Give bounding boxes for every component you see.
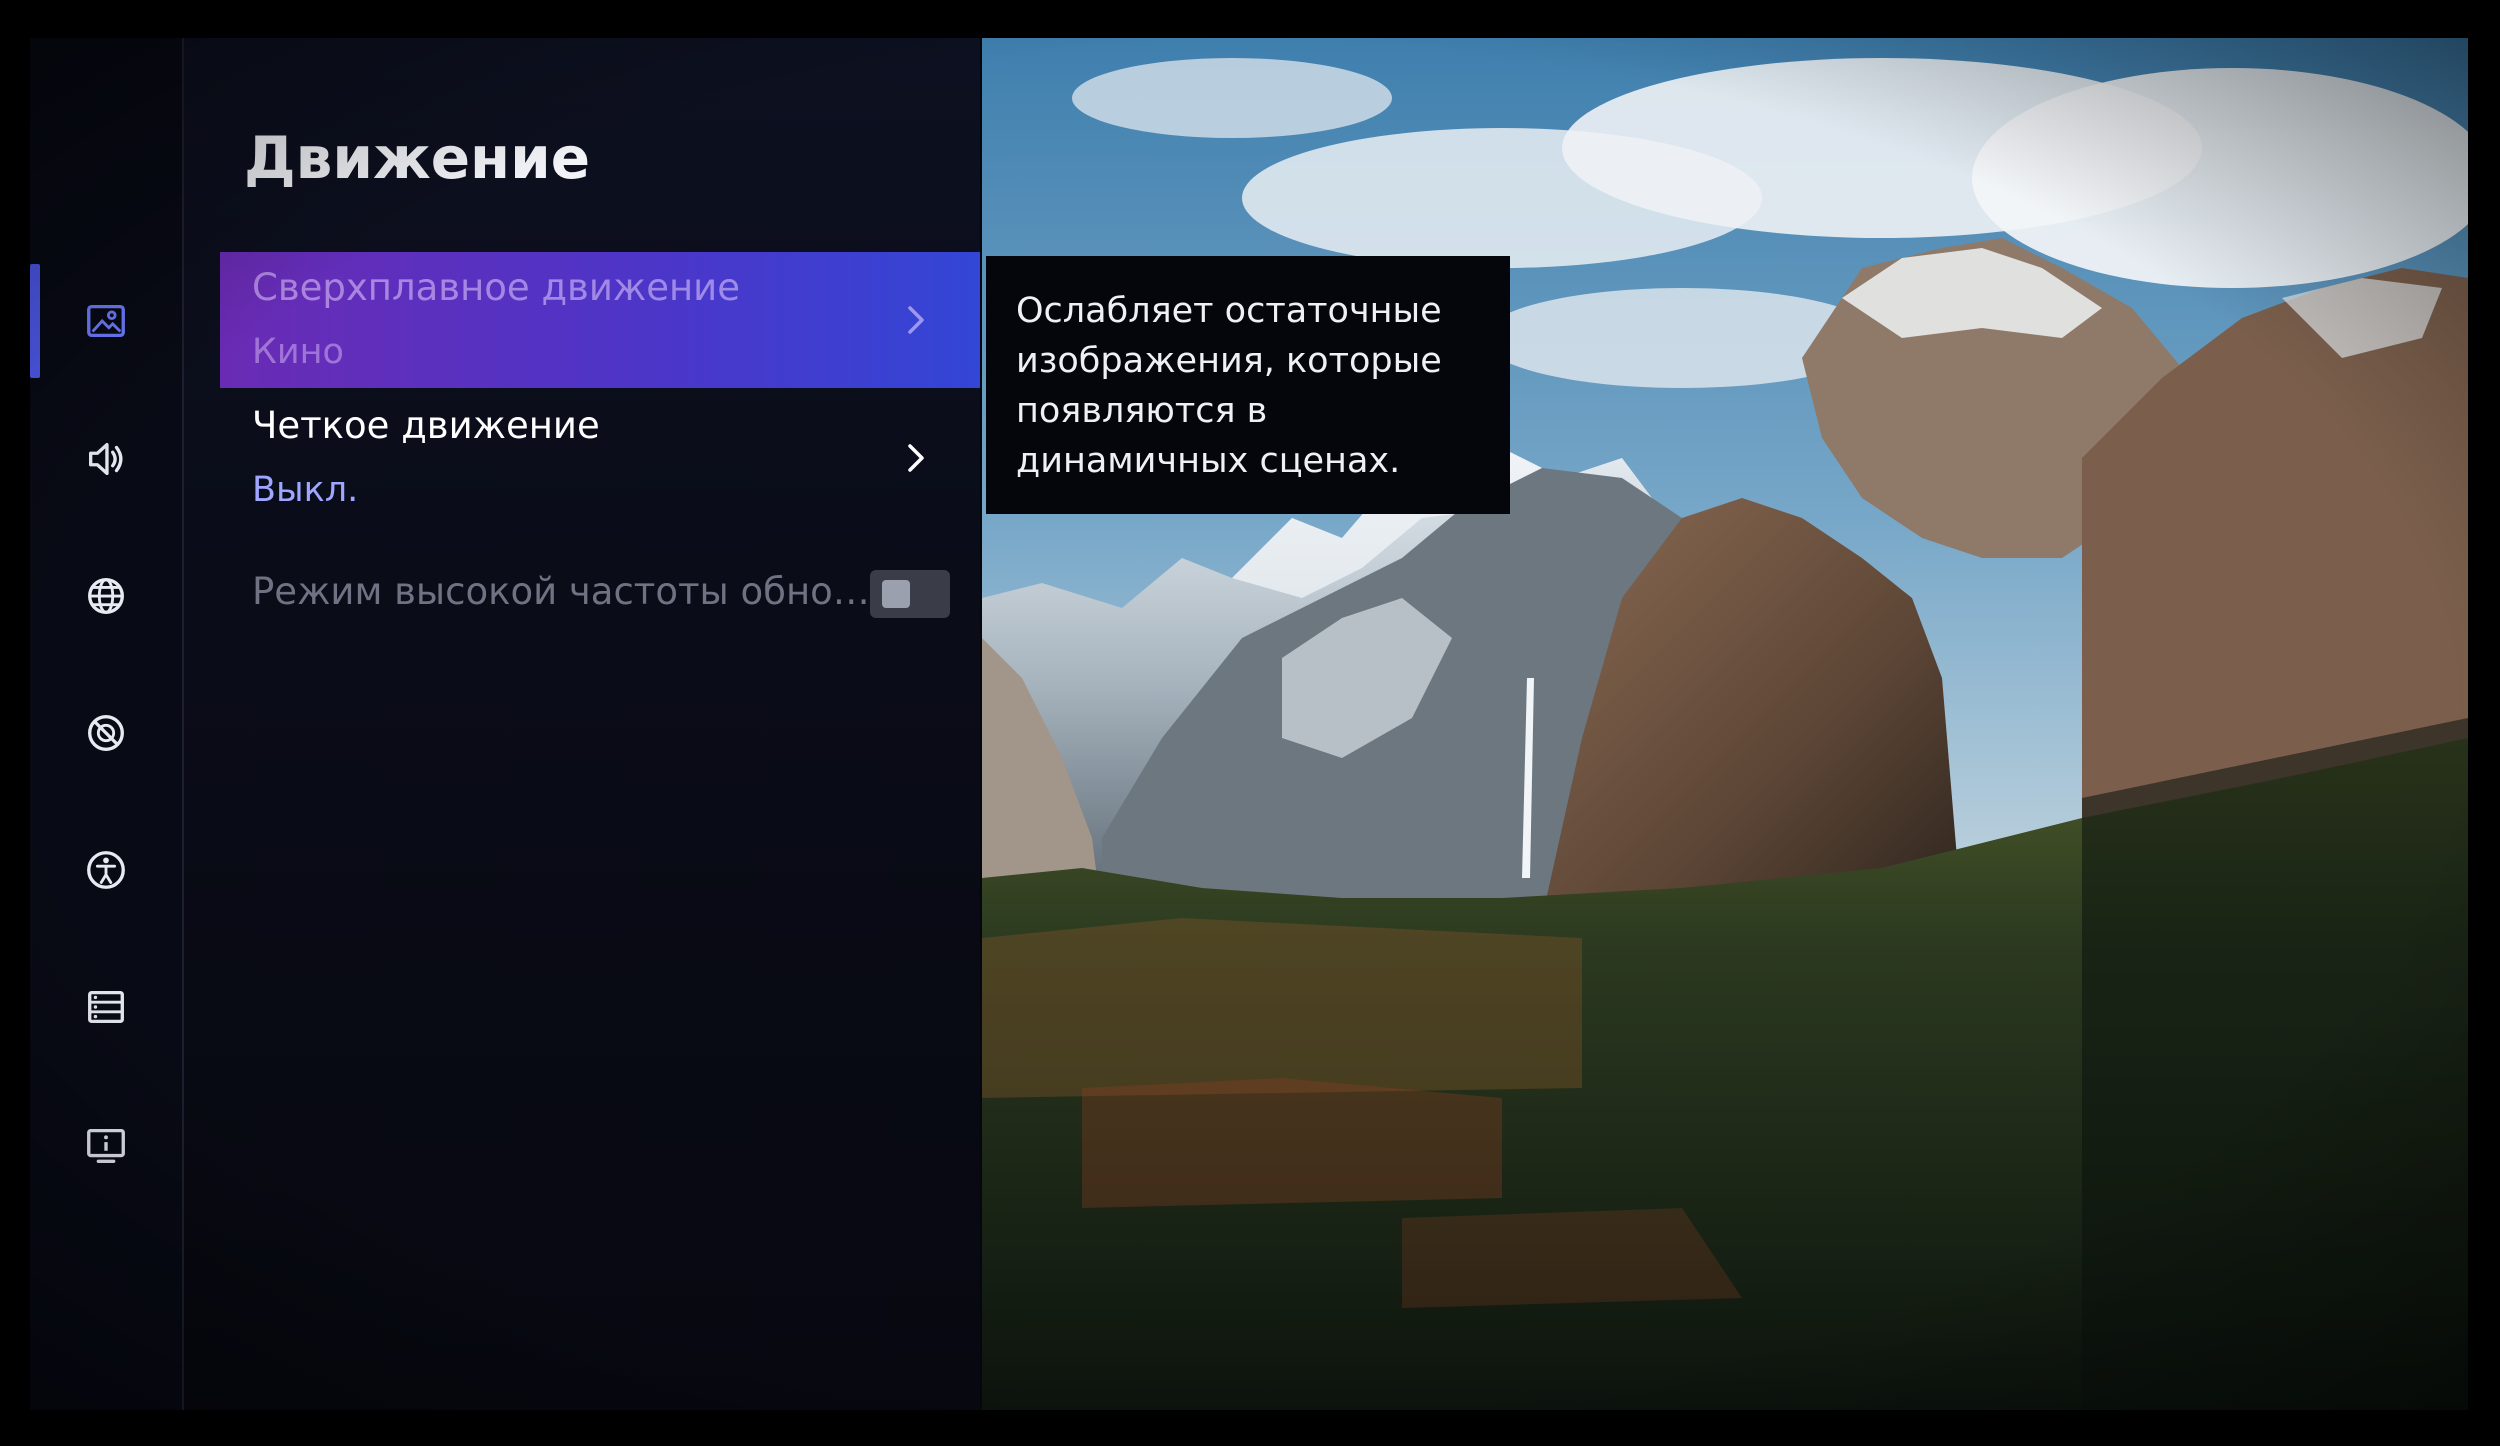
rail-item-general[interactable] xyxy=(30,541,182,651)
menu-item-clear-motion[interactable]: Четкое движение Выкл. xyxy=(220,390,980,526)
menu-item-label: Режим высокой частоты обно… xyxy=(252,570,870,613)
info-icon xyxy=(87,1128,125,1163)
accessibility-icon xyxy=(87,851,125,889)
list-icon xyxy=(88,990,124,1024)
menu-item-super-smooth-motion[interactable]: Сверхплавное движение Кино xyxy=(220,252,980,388)
menu-item-label: Сверхплавное движение xyxy=(252,266,740,309)
tooltip-text: Ослабляет остаточные изображения, которы… xyxy=(1016,291,1442,481)
tv-screen: Движение Сверхплавное движение Кино Четк… xyxy=(30,38,2468,1410)
menu-item-value: Кино xyxy=(252,332,344,372)
rail-item-accessibility[interactable] xyxy=(30,815,182,925)
picture-preview xyxy=(982,38,2468,1410)
menu-item-label: Четкое движение xyxy=(252,404,600,447)
picture-icon xyxy=(87,304,125,338)
sound-icon xyxy=(88,442,123,476)
motion-settings-panel: Движение Сверхплавное движение Кино Четк… xyxy=(184,38,980,1410)
rail-item-channels[interactable] xyxy=(30,952,182,1062)
menu-item-value: Выкл. xyxy=(252,470,359,510)
landscape-preview-image xyxy=(982,38,2468,1410)
high-refresh-toggle[interactable] xyxy=(870,570,950,618)
settings-category-rail xyxy=(30,38,184,1410)
menu-item-high-refresh-rate[interactable]: Режим высокой частоты обно… xyxy=(220,570,980,630)
toggle-knob xyxy=(882,580,910,608)
rail-item-privacy[interactable] xyxy=(30,678,182,788)
rail-item-support[interactable] xyxy=(30,1090,182,1200)
globe-icon xyxy=(88,578,124,614)
chevron-right-icon xyxy=(908,444,924,472)
rail-item-picture[interactable] xyxy=(30,266,182,376)
privacy-icon xyxy=(88,715,124,751)
page-title: Движение xyxy=(244,124,591,192)
help-tooltip: Ослабляет остаточные изображения, которы… xyxy=(986,256,1510,514)
chevron-right-icon xyxy=(908,306,924,334)
rail-item-sound[interactable] xyxy=(30,404,182,514)
